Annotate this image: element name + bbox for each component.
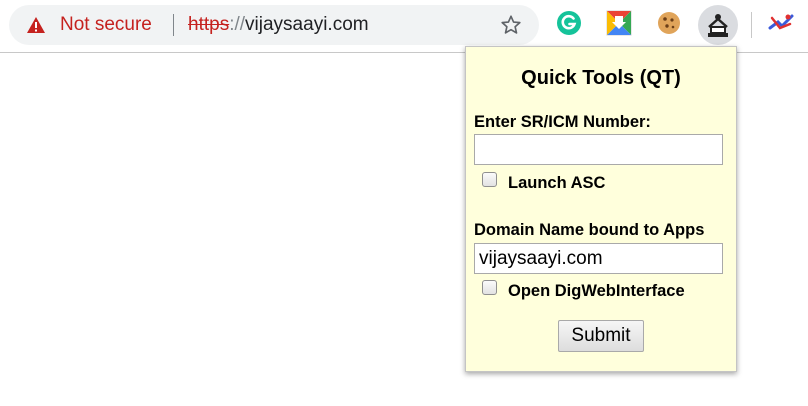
sr-number-label: Enter SR/ICM Number:	[474, 113, 651, 131]
quick-tools-icon[interactable]	[698, 5, 738, 45]
extension-icon[interactable]	[766, 8, 796, 38]
toolbar-divider	[751, 12, 752, 38]
address-bar[interactable]: Not secure https://vijaysaayi.com	[9, 5, 539, 45]
launch-asc-checkbox[interactable]	[482, 172, 497, 187]
sr-number-input[interactable]	[474, 134, 723, 165]
popup-title: Quick Tools (QT)	[521, 67, 681, 89]
open-dig-checkbox[interactable]	[482, 280, 497, 295]
domain-name-input[interactable]	[474, 243, 723, 274]
bookmark-star-icon[interactable]	[500, 14, 522, 36]
url-separator: ://	[229, 14, 246, 35]
domain-name-label: Domain Name bound to Apps	[474, 221, 705, 239]
url-text[interactable]: https://vijaysaayi.com	[188, 14, 369, 36]
open-dig-label: Open DigWebInterface	[508, 282, 685, 300]
drive-icon[interactable]	[604, 8, 634, 38]
launch-asc-label: Launch ASC	[508, 174, 606, 192]
omnibox-divider	[173, 14, 174, 36]
url-scheme: https	[188, 14, 230, 35]
warning-icon[interactable]	[26, 16, 46, 34]
quick-tools-popup: Quick Tools (QT) Enter SR/ICM Number: La…	[465, 46, 737, 372]
security-status-text[interactable]: Not secure	[60, 14, 152, 36]
grammarly-icon[interactable]	[554, 8, 584, 38]
cookie-icon[interactable]	[654, 8, 684, 38]
url-host: vijaysaayi.com	[245, 14, 369, 35]
submit-button[interactable]: Submit	[558, 320, 644, 352]
quick-tools-glyph-icon	[708, 14, 728, 37]
